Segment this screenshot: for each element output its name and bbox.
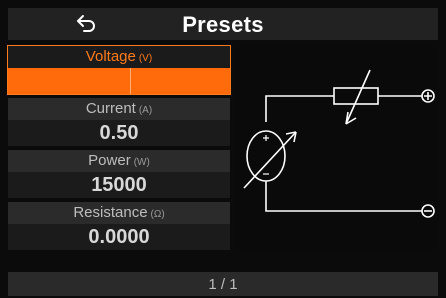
power-field[interactable]: Power (W) 15000 <box>8 150 230 198</box>
voltage-value[interactable] <box>8 68 230 94</box>
circuit-diagram <box>234 46 438 250</box>
bottom-wire <box>265 181 422 212</box>
power-label: Power (W) <box>8 150 230 172</box>
page-indicator: 1 / 1 <box>8 272 438 296</box>
power-value[interactable]: 15000 <box>8 172 230 198</box>
voltage-label: Voltage (V) <box>8 46 230 68</box>
current-field[interactable]: Current (A) 0.50 <box>8 98 230 146</box>
parameter-list: Voltage (V) Current (A) 0.50 Power (W) 1500… <box>7 45 231 250</box>
circuit-diagram-svg <box>243 69 435 218</box>
title-bar: Presets <box>8 8 438 40</box>
edit-cursor <box>130 68 131 94</box>
resistance-value[interactable]: 0.0000 <box>8 224 230 250</box>
current-label: Current (A) <box>8 98 230 120</box>
top-left-wire <box>265 95 334 122</box>
page-title: Presets <box>182 12 264 37</box>
resistor-adjust-arrow <box>345 69 371 125</box>
voltage-field[interactable]: Voltage (V) <box>7 45 231 95</box>
current-value[interactable]: 0.50 <box>8 120 230 146</box>
resistance-label: Resistance (Ω) <box>8 202 230 224</box>
resistance-field[interactable]: Resistance (Ω) 0.0000 <box>8 202 230 250</box>
